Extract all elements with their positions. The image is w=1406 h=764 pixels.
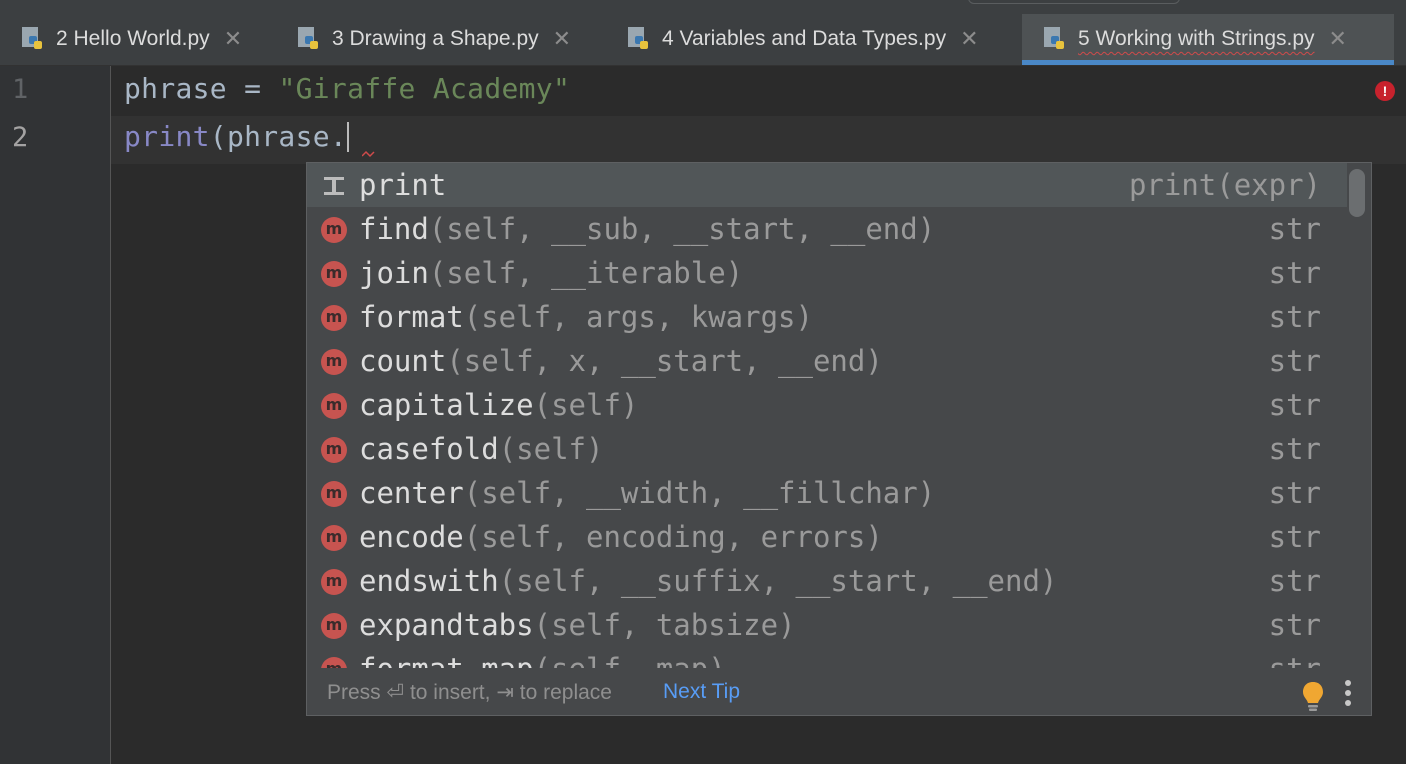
code-line-2[interactable]: print(phrase. xyxy=(124,120,350,153)
completion-type: str xyxy=(1268,212,1321,246)
method-icon: m xyxy=(321,613,347,639)
completion-item-expandtabs[interactable]: m expandtabs(self, tabsize) str xyxy=(307,603,1347,647)
completion-item-center[interactable]: m center(self, __width, __fillchar) str xyxy=(307,471,1347,515)
completion-type: str xyxy=(1268,344,1321,378)
completion-name: find(self, __sub, __start, __end) xyxy=(359,212,936,246)
close-icon[interactable]: ✕ xyxy=(224,28,242,50)
close-icon[interactable]: ✕ xyxy=(553,28,571,50)
completion-type: print(expr) xyxy=(1128,168,1321,202)
python-file-icon xyxy=(1042,26,1068,52)
completion-scrollbar[interactable] xyxy=(1349,169,1365,217)
method-icon: m xyxy=(321,261,347,287)
tab-working-with-strings[interactable]: 5 Working with Strings.py ✕ xyxy=(1022,14,1394,64)
method-icon: m xyxy=(321,349,347,375)
code-string: "Giraffe Academy" xyxy=(278,72,571,105)
python-file-icon xyxy=(626,26,652,52)
text-caret xyxy=(347,122,350,152)
line-number-gutter xyxy=(0,66,111,764)
completion-name: encode(self, encoding, errors) xyxy=(359,520,883,554)
code-variable: phrase xyxy=(124,72,227,105)
code-line-1[interactable]: phrase = "Giraffe Academy" xyxy=(124,72,570,105)
completion-footer: Press ⏎ to insert, ⇥ to replace Next Tip xyxy=(307,668,1371,715)
toolbar-field-edge xyxy=(968,0,1180,4)
completion-type: str xyxy=(1268,256,1321,290)
completion-type: str xyxy=(1268,432,1321,466)
more-options-icon[interactable] xyxy=(1343,680,1353,710)
code-text: (phrase. xyxy=(209,120,348,153)
line-number: 1 xyxy=(12,74,29,105)
completion-type: str xyxy=(1268,608,1321,642)
completion-name: center(self, __width, __fillchar) xyxy=(359,476,936,510)
method-icon: m xyxy=(321,217,347,243)
editor-tab-bar: 2 Hello World.py ✕ 3 Drawing a Shape.py … xyxy=(0,0,1406,66)
completion-item-endswith[interactable]: m endswith(self, __suffix, __start, __en… xyxy=(307,559,1347,603)
completion-name: expandtabs(self, tabsize) xyxy=(359,608,796,642)
completion-type: str xyxy=(1268,520,1321,554)
completion-name: join(self, __iterable) xyxy=(359,256,744,290)
completion-type: str xyxy=(1269,652,1321,668)
completion-item-find[interactable]: m find(self, __sub, __start, __end) str xyxy=(307,207,1347,251)
tab-label: 5 Working with Strings.py xyxy=(1078,27,1315,50)
completion-name: format_map(self, map) xyxy=(359,652,726,668)
completion-hint: Press ⏎ to insert, ⇥ to replace xyxy=(327,681,612,704)
line-number: 2 xyxy=(12,122,29,153)
code-builtin: print xyxy=(124,120,210,153)
completion-item-encode[interactable]: m encode(self, encoding, errors) str xyxy=(307,515,1347,559)
completion-type: str xyxy=(1268,564,1321,598)
completion-item-format[interactable]: m format(self, args, kwargs) str xyxy=(307,295,1347,339)
tab-label: 4 Variables and Data Types.py xyxy=(662,27,947,50)
completion-type: str xyxy=(1268,388,1321,422)
close-icon[interactable]: ✕ xyxy=(960,28,978,50)
code-operator: = xyxy=(226,72,279,105)
method-icon: m xyxy=(321,481,347,507)
method-icon: m xyxy=(321,393,347,419)
close-icon[interactable]: ✕ xyxy=(1329,28,1347,50)
completion-name: endswith(self, __suffix, __start, __end) xyxy=(359,564,1058,598)
error-squiggle xyxy=(362,150,375,158)
tab-label: 2 Hello World.py xyxy=(56,27,210,50)
method-icon: m xyxy=(321,569,347,595)
method-icon: m xyxy=(321,525,347,551)
completion-item-casefold[interactable]: m casefold(self) str xyxy=(307,427,1347,471)
completion-name: format(self, args, kwargs) xyxy=(359,300,813,334)
python-file-icon xyxy=(20,26,46,52)
completion-name: casefold(self) xyxy=(359,432,604,466)
tab-drawing-a-shape[interactable]: 3 Drawing a Shape.py ✕ xyxy=(296,14,571,64)
tab-label: 3 Drawing a Shape.py xyxy=(332,27,539,50)
completion-type: str xyxy=(1268,476,1321,510)
completion-type: str xyxy=(1268,300,1321,334)
tab-hello-world[interactable]: 2 Hello World.py ✕ xyxy=(20,14,242,64)
method-icon: m xyxy=(321,657,347,668)
lightbulb-icon[interactable] xyxy=(1301,680,1325,712)
completion-item-count[interactable]: m count(self, x, __start, __end) str xyxy=(307,339,1347,383)
completion-item-capitalize[interactable]: m capitalize(self) str xyxy=(307,383,1347,427)
completion-item-join[interactable]: m join(self, __iterable) str xyxy=(307,251,1347,295)
completion-item-format-map[interactable]: m format_map(self, map) str xyxy=(307,647,1347,668)
active-tab-indicator xyxy=(1022,60,1394,65)
code-completion-popup: print print(expr) m find(self, __sub, __… xyxy=(306,162,1372,716)
completion-item-print[interactable]: print print(expr) xyxy=(307,163,1347,207)
method-icon: m xyxy=(321,437,347,463)
completion-list[interactable]: print print(expr) m find(self, __sub, __… xyxy=(307,163,1347,668)
error-indicator-icon[interactable]: ! xyxy=(1375,81,1395,101)
next-tip-link[interactable]: Next Tip xyxy=(663,680,740,704)
method-icon: m xyxy=(321,305,347,331)
live-template-icon xyxy=(321,173,347,199)
completion-name: print xyxy=(359,168,447,202)
completion-name: capitalize(self) xyxy=(359,388,639,422)
tab-variables-and-data-types[interactable]: 4 Variables and Data Types.py ✕ xyxy=(626,14,979,64)
python-file-icon xyxy=(296,26,322,52)
completion-name: count(self, x, __start, __end) xyxy=(359,344,883,378)
